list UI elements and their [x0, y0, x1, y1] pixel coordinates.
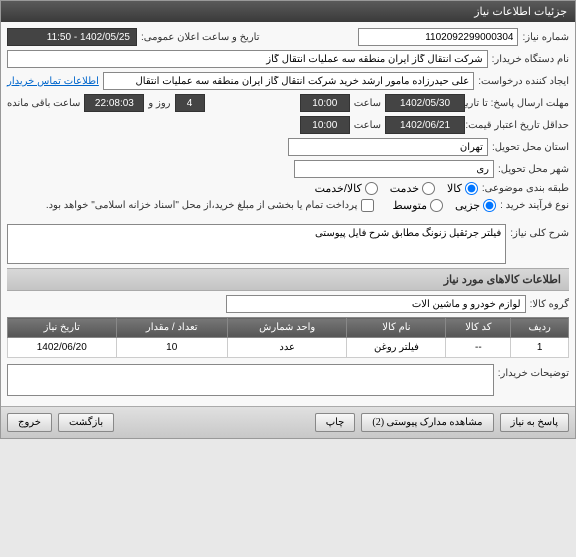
footer-bar: پاسخ به نیاز مشاهده مدارک پیوستی (2) چاپ… — [1, 406, 575, 438]
group-field[interactable] — [226, 295, 526, 313]
proc-partial-label: جزیی — [455, 199, 480, 212]
announce-value: 1402/05/25 - 11:50 — [7, 28, 137, 46]
cat-both-label: کالا/خدمت — [315, 182, 362, 195]
proc-partial-item[interactable]: جزیی — [455, 199, 496, 212]
th-date: تاریخ نیاز — [8, 318, 117, 338]
days-remain: 4 — [175, 94, 205, 112]
time-label-1: ساعت — [354, 98, 381, 109]
back-button[interactable]: بازگشت — [58, 413, 114, 432]
group-label: گروه کالا: — [530, 299, 569, 310]
window-title: جزئیات اطلاعات نیاز — [474, 6, 567, 18]
delivery-addr-field[interactable] — [288, 138, 488, 156]
th-unit: واحد شمارش — [227, 318, 346, 338]
cat-both-radio[interactable] — [365, 182, 378, 195]
desc-field[interactable] — [7, 224, 506, 264]
buyer-field[interactable] — [7, 50, 488, 68]
buyer-notes-label: توضیحات خریدار: — [498, 364, 569, 379]
td-name: فیلتر روغن — [347, 338, 446, 358]
content-area: شماره نیاز: تاریخ و ساعت اعلان عمومی: 14… — [1, 22, 575, 406]
td-row: 1 — [511, 338, 569, 358]
deadline-label: مهلت ارسال پاسخ: تا تاریخ: — [469, 98, 569, 109]
delivery-addr-label: استان محل تحویل: — [492, 142, 569, 153]
print-button[interactable]: چاپ — [315, 413, 356, 432]
need-no-label: شماره نیاز: — [522, 32, 569, 43]
buyer-notes-field[interactable] — [7, 364, 494, 396]
proc-partial-radio[interactable] — [483, 199, 496, 212]
deadline-date: 1402/05/30 — [385, 94, 465, 112]
proc-medium-label: متوسط — [392, 199, 427, 212]
creator-field[interactable] — [103, 72, 474, 90]
table-row[interactable]: 1 -- فیلتر روغن عدد 10 1402/06/20 — [8, 338, 569, 358]
time-remain: 22:08:03 — [84, 94, 144, 112]
validity-label: حداقل تاریخ اعتبار قیمت: تا تاریخ: — [469, 120, 569, 131]
remain-label: ساعت باقی مانده — [7, 98, 80, 109]
process-radio-group: جزیی متوسط — [392, 199, 496, 212]
th-qty: تعداد / مقدار — [116, 318, 227, 338]
deadline-time: 10:00 — [300, 94, 350, 112]
td-unit: عدد — [227, 338, 346, 358]
titlebar: جزئیات اطلاعات نیاز — [1, 1, 575, 22]
attachments-button[interactable]: مشاهده مدارک پیوستی (2) — [361, 413, 493, 432]
th-name: نام کالا — [347, 318, 446, 338]
payment-note: پرداخت تمام یا بخشی از مبلغ خرید،از محل … — [46, 200, 358, 211]
td-qty: 10 — [116, 338, 227, 358]
th-code: کد کالا — [446, 318, 511, 338]
respond-button[interactable]: پاسخ به نیاز — [500, 413, 570, 432]
time-label-2: ساعت — [354, 120, 381, 131]
category-radio-group: کالا خدمت کالا/خدمت — [315, 182, 478, 195]
td-date: 1402/06/20 — [8, 338, 117, 358]
payment-checkbox[interactable] — [361, 199, 374, 212]
desc-label: شرح کلی نیاز: — [510, 224, 569, 239]
announce-label: تاریخ و ساعت اعلان عمومی: — [141, 32, 260, 43]
main-window: جزئیات اطلاعات نیاز شماره نیاز: تاریخ و … — [0, 0, 576, 439]
delivery-city-label: شهر محل تحویل: — [498, 164, 569, 175]
table-header-row: ردیف کد کالا نام کالا واحد شمارش تعداد /… — [8, 318, 569, 338]
th-row: ردیف — [511, 318, 569, 338]
cat-goods-item[interactable]: کالا — [447, 182, 478, 195]
category-label: طبقه بندی موضوعی: — [482, 183, 569, 194]
day-label: روز و — [148, 98, 170, 109]
validity-date: 1402/06/21 — [385, 116, 465, 134]
proc-medium-radio[interactable] — [430, 199, 443, 212]
buyer-label: نام دستگاه خریدار: — [492, 54, 569, 65]
need-no-field[interactable] — [358, 28, 518, 46]
cat-goods-radio[interactable] — [465, 182, 478, 195]
proc-medium-item[interactable]: متوسط — [392, 199, 443, 212]
td-code: -- — [446, 338, 511, 358]
cat-both-item[interactable]: کالا/خدمت — [315, 182, 378, 195]
validity-time: 10:00 — [300, 116, 350, 134]
creator-label: ایجاد کننده درخواست: — [478, 76, 569, 87]
exit-button[interactable]: خروج — [7, 413, 52, 432]
process-label: نوع فرآیند خرید : — [500, 200, 569, 211]
goods-section-header: اطلاعات کالاهای مورد نیاز — [7, 268, 569, 291]
delivery-city-field[interactable] — [294, 160, 494, 178]
cat-service-item[interactable]: خدمت — [390, 182, 435, 195]
cat-goods-label: کالا — [447, 182, 462, 195]
cat-service-label: خدمت — [390, 182, 419, 195]
contact-link[interactable]: اطلاعات تماس خریدار — [7, 76, 99, 87]
cat-service-radio[interactable] — [422, 182, 435, 195]
goods-table: ردیف کد کالا نام کالا واحد شمارش تعداد /… — [7, 317, 569, 358]
